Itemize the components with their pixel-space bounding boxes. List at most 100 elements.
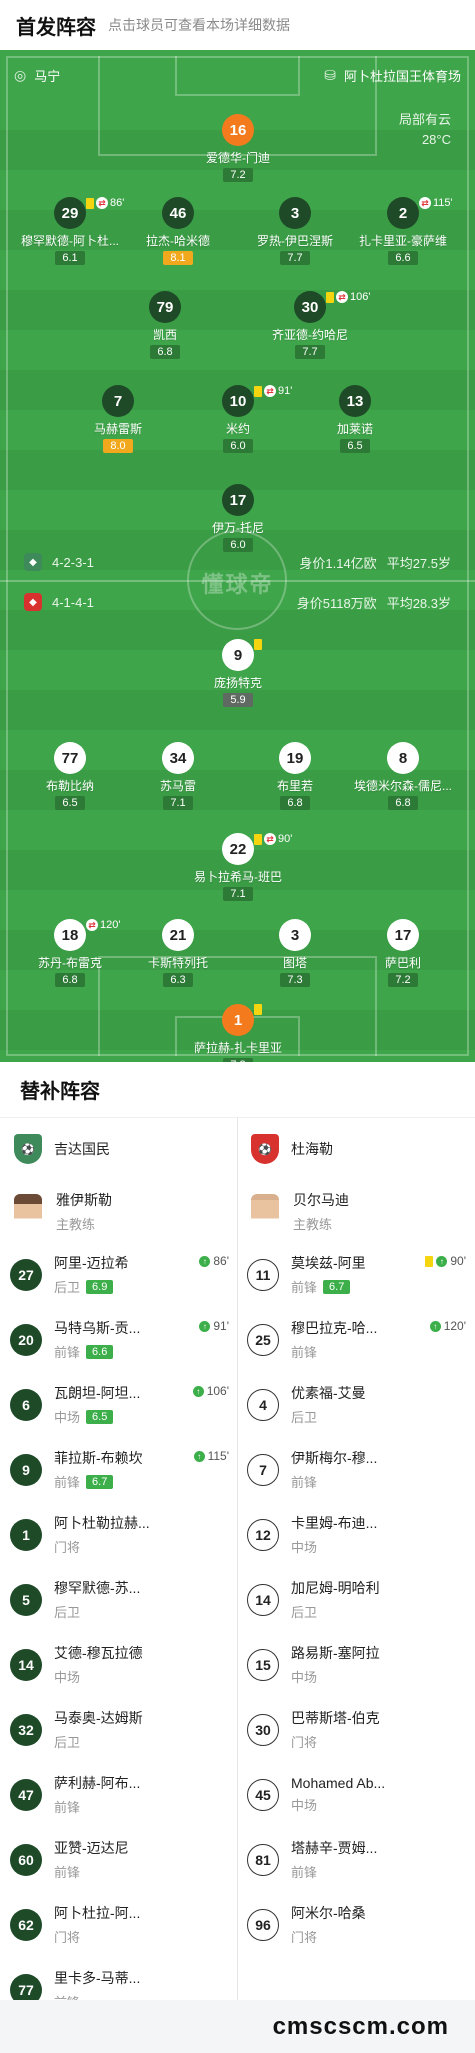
sub-player-name: 卡里姆-布迪... [291,1515,378,1531]
sub-player-row[interactable]: 45 Mohamed Ab... 中场 [237,1762,474,1827]
sub-player-position: 中场 [291,1540,318,1555]
away-player-marker[interactable]: 17 萨巴利 7.2 [328,919,475,987]
player-number: 22 [222,833,254,865]
sub-in-icon: ↑ [199,1320,211,1332]
substitution-icon: ⇄ [86,919,98,931]
substitution-minute: 115' [433,197,453,209]
home-subs-column: ⚽ 吉达国民 雅伊斯勒 主教练 27 阿里-迈拉希 后卫 6.9 ↑ 86' 20 马特乌斯-… [0,1118,237,2022]
coach-role: 主教练 [56,1216,96,1232]
sub-player-events: ↑ 91' [199,1319,229,1333]
sub-player-meta: 门将 [291,1732,464,1751]
sub-player-meta: 门将 [54,1927,227,1946]
sub-player-name: 萨利赫-阿布... [54,1775,141,1791]
home-player-marker[interactable]: 2 扎卡里亚-豪萨维 6.6 ⇄ 115' [328,197,475,265]
player-number: 17 [387,919,419,951]
sub-player-position: 前锋 [291,1345,318,1360]
player-events: ⇄ 115' [419,197,453,209]
home-coach[interactable]: 雅伊斯勒 主教练 [0,1180,237,1242]
sub-player-info: 萨利赫-阿布... 前锋 [54,1773,227,1816]
home-player-marker[interactable]: 17 伊万-托尼 6.0 [163,484,313,552]
away-player-marker[interactable]: 8 埃德米尔森-儒尼... 6.8 [328,742,475,810]
player-rating: 7.1 [163,796,193,810]
sub-player-row[interactable]: 25 穆巴拉克-哈... 前锋 ↑ 120' [237,1307,474,1372]
sub-player-name: 穆巴拉克-哈... [291,1320,378,1336]
player-name: 齐亚德-约哈尼 [272,328,348,342]
sub-player-number: 96 [247,1908,279,1941]
sub-player-info: 阿卜杜拉-阿... 门将 [54,1903,227,1946]
home-formation: 4-2-3-1 [52,554,94,570]
sub-player-name: 塔赫辛-贾姆... [291,1840,378,1856]
away-team-header[interactable]: ⚽ 杜海勒 [237,1118,474,1180]
substitution-icon: ⇄ [419,197,431,209]
home-player-marker[interactable]: 13 加莱诺 6.5 [280,385,430,453]
substitutes-section: 替补阵容 ⚽ 吉达国民 雅伊斯勒 主教练 27 阿里-迈拉希 后卫 6.9 ↑ 86' 20… [0,1062,475,2022]
sub-player-position: 前锋 [54,1345,81,1360]
sub-in-icon: ↑ [199,1255,211,1267]
sub-player-position: 前锋 [291,1475,318,1490]
player-number: 30 [294,291,326,323]
home-team-header[interactable]: ⚽ 吉达国民 [0,1118,237,1180]
sub-player-row[interactable]: 1 阿卜杜勒拉赫... 门将 [0,1502,237,1567]
home-player-marker[interactable]: 16 爱德华-门迪 7.2 [163,114,313,182]
away-player-marker[interactable]: 9 庞扬特克 5.9 [163,639,313,707]
whistle-icon: ◎ [14,67,27,83]
sub-player-row[interactable]: 32 马泰奥-达姆斯 后卫 [0,1697,237,1762]
player-name: 扎卡里亚-豪萨维 [359,234,447,248]
sub-player-row[interactable]: 27 阿里-迈拉希 后卫 6.9 ↑ 86' [0,1242,237,1307]
home-player-marker[interactable]: 79 凯西 6.8 [90,291,240,359]
away-player-marker[interactable]: 1萨拉赫-扎卡里亚7.2 [163,1004,313,1062]
sub-player-row[interactable]: 5 穆罕默德-苏... 后卫 [0,1567,237,1632]
sub-player-row[interactable]: 60 亚赞-迈达尼 前锋 [0,1827,237,1892]
sub-player-name: 路易斯-塞阿拉 [291,1645,380,1661]
sub-player-position: 门将 [54,1930,81,1945]
sub-player-position: 后卫 [54,1605,81,1620]
home-formation-row: ◆ 4-2-3-1 身价1.14亿欧 平均27.5岁 [0,550,475,574]
sub-player-meta: 前锋 [54,1862,227,1881]
sub-player-number: 6 [10,1388,42,1421]
sub-player-position: 后卫 [291,1410,318,1425]
substitution-icon: ⇄ [336,291,348,303]
sub-player-row[interactable]: 14 加尼姆-明哈利 后卫 [237,1567,474,1632]
sub-player-row[interactable]: 6 瓦朗坦-阿坦... 中场 6.5 ↑ 106' [0,1372,237,1437]
sub-player-row[interactable]: 81 塔赫辛-贾姆... 前锋 [237,1827,474,1892]
player-rating: 7.3 [280,973,310,987]
sub-player-row[interactable]: 20 马特乌斯-贡... 前锋 6.6 ↑ 91' [0,1307,237,1372]
coach-role: 主教练 [293,1216,333,1232]
player-number: 18 [54,919,86,951]
player-name: 罗热-伊巴涅斯 [257,234,333,248]
coach-name: 贝尔马迪 [293,1191,349,1208]
sub-player-position: 中场 [54,1410,81,1425]
sub-in-minute: 120' [443,1319,466,1333]
away-team-name: 杜海勒 [291,1141,333,1157]
sub-player-events: ↑ 120' [429,1319,466,1333]
player-number: 3 [279,197,311,229]
sub-player-row[interactable]: 12 卡里姆-布迪... 中场 [237,1502,474,1567]
sub-player-events: ↑ 86' [199,1254,229,1268]
sub-player-row[interactable]: 96 阿米尔-哈桑 门将 [237,1892,474,1957]
sub-player-meta: 前锋 [291,1862,464,1881]
sub-player-info: 马泰奥-达姆斯 后卫 [54,1708,227,1751]
sub-player-meta: 后卫 6.9 [54,1277,227,1296]
stadium-label-text: 阿卜杜拉国王体育场 [343,69,461,84]
away-player-marker[interactable]: 22 易卜拉希马-班巴 7.1 ⇄ 90' [163,833,313,901]
sub-player-row[interactable]: 30 巴蒂斯塔-伯克 门将 [237,1697,474,1762]
yellow-card-icon [326,291,334,303]
sub-player-name: 伊斯梅尔-穆... [291,1450,378,1466]
away-coach[interactable]: 贝尔马迪 主教练 [237,1180,474,1242]
sub-player-name: 菲拉斯-布赖坎 [54,1450,143,1466]
coach-name: 雅伊斯勒 [56,1191,112,1208]
yellow-card-icon [254,639,262,650]
home-player-marker[interactable]: 30 齐亚德-约哈尼 7.7 ⇄ 106' [235,291,385,359]
sub-player-row[interactable]: 14 艾德-穆瓦拉德 中场 [0,1632,237,1697]
sub-player-number: 60 [10,1843,42,1876]
sub-player-row[interactable]: 9 菲拉斯-布赖坎 前锋 6.7 ↑ 115' [0,1437,237,1502]
sub-player-number: 1 [10,1518,42,1551]
player-rating: 6.8 [388,796,418,810]
sub-player-row[interactable]: 62 阿卜杜拉-阿... 门将 [0,1892,237,1957]
sub-player-row[interactable]: 4 优素福-艾曼 后卫 [237,1372,474,1437]
sub-player-row[interactable]: 7 伊斯梅尔-穆... 前锋 [237,1437,474,1502]
sub-in-minute: 86' [213,1254,229,1268]
sub-player-row[interactable]: 47 萨利赫-阿布... 前锋 [0,1762,237,1827]
sub-player-row[interactable]: 11 莫埃兹-阿里 前锋 6.7 ↑ 90' [237,1242,474,1307]
sub-player-row[interactable]: 15 路易斯-塞阿拉 中场 [237,1632,474,1697]
